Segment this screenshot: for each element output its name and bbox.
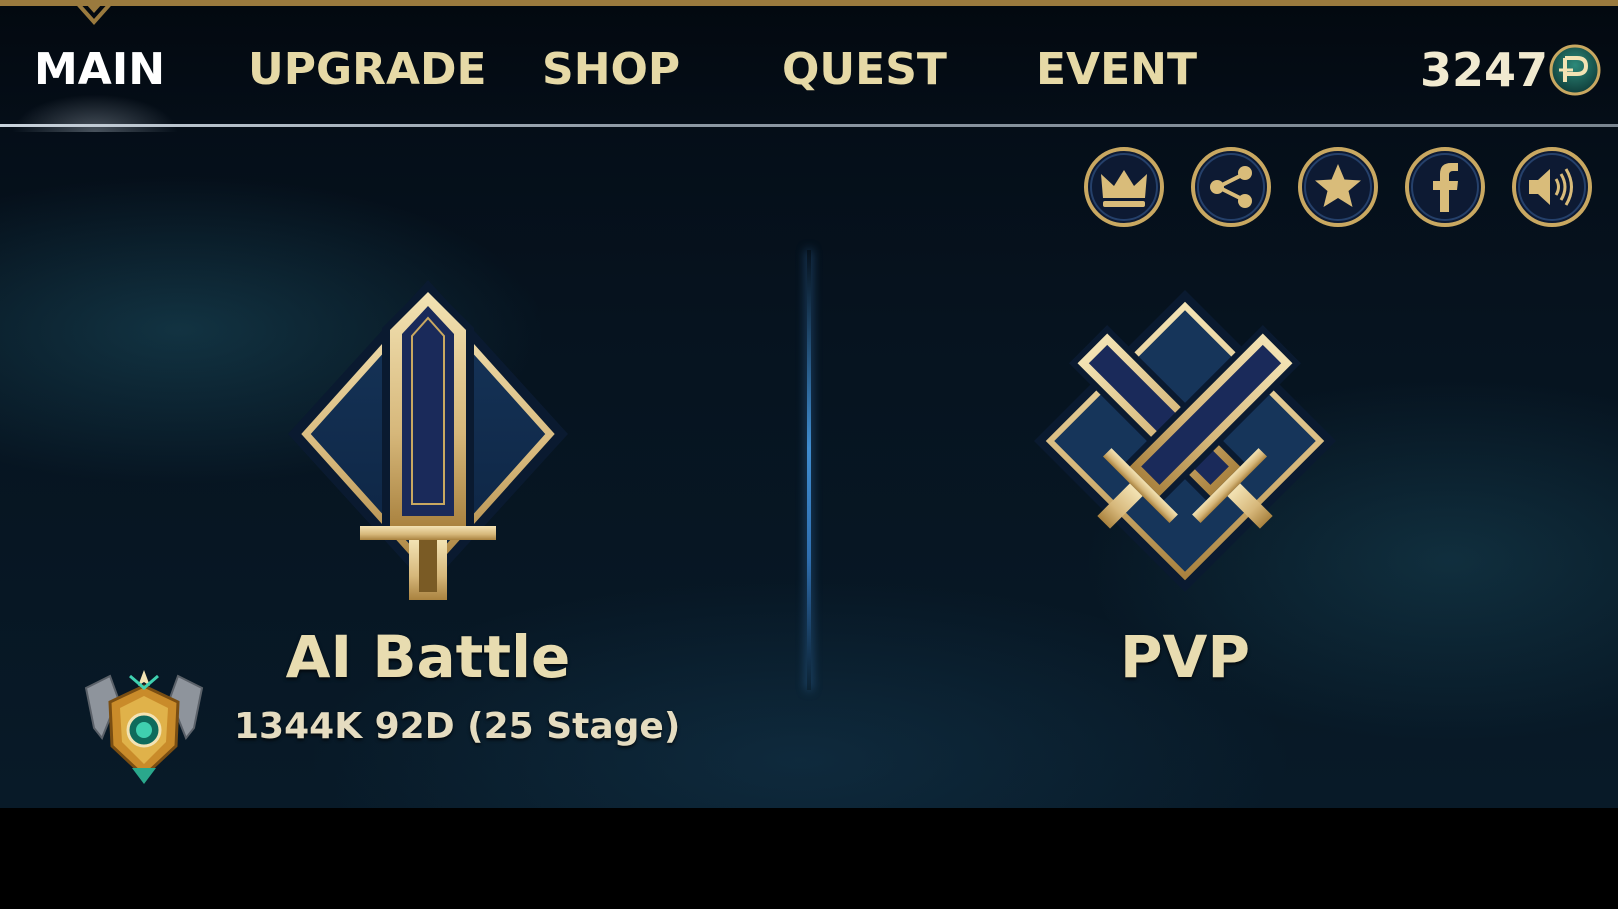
facebook-icon[interactable] — [1404, 146, 1486, 228]
active-tab-marker-icon — [77, 6, 111, 26]
tab-shop[interactable]: SHOP — [542, 40, 680, 100]
ai-battle-title[interactable]: AI Battle — [228, 622, 628, 692]
mode-divider — [807, 250, 811, 690]
ai-battle-progress: 1344K 92D (25 Stage) — [234, 706, 681, 747]
coin-icon[interactable] — [1549, 44, 1601, 96]
nav-divider — [0, 124, 1618, 127]
pvp-title[interactable]: PVP — [1000, 622, 1370, 692]
share-icon[interactable] — [1190, 146, 1272, 228]
crossed-swords-icon[interactable] — [1028, 284, 1342, 598]
star-icon[interactable] — [1297, 146, 1379, 228]
rank-badge-icon — [84, 670, 204, 784]
sword-icon[interactable] — [278, 272, 578, 612]
tab-event[interactable]: EVENT — [1036, 40, 1197, 100]
currency-amount: 3247 — [1420, 43, 1549, 97]
tab-upgrade[interactable]: UPGRADE — [248, 40, 487, 100]
tab-main[interactable]: MAIN — [34, 40, 165, 100]
tab-quest[interactable]: QUEST — [782, 40, 947, 100]
top-nav-bar: MAIN UPGRADE SHOP QUEST EVENT 3247 — [0, 0, 1618, 132]
game-screen: MAIN UPGRADE SHOP QUEST EVENT 3247 AI Ba… — [0, 0, 1618, 808]
crown-icon[interactable] — [1083, 146, 1165, 228]
speaker-icon[interactable] — [1511, 146, 1593, 228]
